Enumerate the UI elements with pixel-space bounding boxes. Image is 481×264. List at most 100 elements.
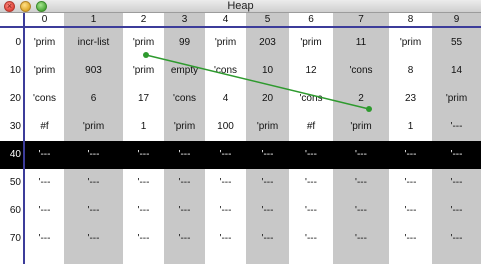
heap-cell[interactable]: '--- bbox=[246, 225, 289, 253]
heap-cell[interactable]: '--- bbox=[389, 225, 432, 253]
heap-cell[interactable]: '--- bbox=[246, 169, 289, 197]
heap-cell[interactable]: 1 bbox=[123, 113, 164, 141]
heap-cell[interactable]: 'prim bbox=[123, 57, 164, 85]
heap-cell[interactable]: 4 bbox=[205, 85, 246, 113]
row-label-divider bbox=[23, 13, 25, 264]
heap-cell[interactable]: 'prim bbox=[432, 85, 481, 113]
heap-cell[interactable]: '--- bbox=[205, 169, 246, 197]
heap-cell[interactable]: 'prim bbox=[333, 113, 389, 141]
heap-cell[interactable]: '--- bbox=[289, 225, 333, 253]
row-label: 30 bbox=[9, 121, 21, 132]
row-label: 70 bbox=[9, 233, 21, 244]
column-header-6: 6 bbox=[308, 14, 314, 25]
row-label: 20 bbox=[9, 93, 21, 104]
heap-cell[interactable]: 'prim bbox=[246, 113, 289, 141]
heap-cell[interactable]: '--- bbox=[25, 141, 64, 169]
heap-cell[interactable]: '--- bbox=[164, 141, 205, 169]
column-header-0: 0 bbox=[41, 14, 48, 25]
heap-cell[interactable]: 10 bbox=[246, 57, 289, 85]
heap-cell[interactable]: 1 bbox=[389, 113, 432, 141]
heap-cell[interactable]: 2 bbox=[333, 85, 389, 113]
heap-cell[interactable]: 203 bbox=[246, 29, 289, 57]
row-label: 60 bbox=[9, 205, 21, 216]
heap-cell[interactable]: '--- bbox=[25, 169, 64, 197]
heap-cell[interactable]: 'prim bbox=[389, 29, 432, 57]
heap-cell[interactable]: 'prim bbox=[64, 113, 123, 141]
row-label: 40 bbox=[9, 149, 21, 160]
heap-cell[interactable]: '--- bbox=[123, 169, 164, 197]
heap-cell[interactable]: 23 bbox=[389, 85, 432, 113]
heap-cell[interactable]: '--- bbox=[432, 169, 481, 197]
heap-cell[interactable]: '--- bbox=[333, 225, 389, 253]
heap-cell[interactable]: '--- bbox=[164, 225, 205, 253]
heap-cell[interactable]: '--- bbox=[205, 197, 246, 225]
column-header-1: 1 bbox=[90, 14, 97, 25]
heap-cell[interactable]: '--- bbox=[25, 197, 64, 225]
header-divider bbox=[0, 26, 481, 28]
heap-cell[interactable]: 'prim bbox=[25, 29, 64, 57]
row-label: 50 bbox=[9, 177, 21, 188]
heap-cell[interactable]: '--- bbox=[246, 141, 289, 169]
column-header-7: 7 bbox=[358, 14, 364, 25]
heap-cell[interactable]: 'cons bbox=[205, 57, 246, 85]
heap-cell[interactable]: '--- bbox=[64, 141, 123, 169]
heap-cell[interactable]: '--- bbox=[164, 197, 205, 225]
heap-cell[interactable]: '--- bbox=[25, 225, 64, 253]
heap-cell[interactable]: '--- bbox=[64, 197, 123, 225]
heap-cell[interactable]: #f bbox=[289, 113, 333, 141]
heap-cell[interactable]: '--- bbox=[333, 197, 389, 225]
heap-cell[interactable]: 'cons bbox=[333, 57, 389, 85]
heap-cell[interactable]: 12 bbox=[289, 57, 333, 85]
heap-cell[interactable]: '--- bbox=[333, 169, 389, 197]
heap-cell[interactable]: '--- bbox=[246, 197, 289, 225]
column-header-9: 9 bbox=[453, 14, 460, 25]
heap-cell[interactable]: 100 bbox=[205, 113, 246, 141]
heap-cell[interactable]: 'prim bbox=[25, 57, 64, 85]
window-title: Heap bbox=[227, 0, 254, 12]
heap-cell[interactable]: 6 bbox=[64, 85, 123, 113]
heap-cell[interactable]: 'prim bbox=[289, 29, 333, 57]
heap-cell[interactable]: '--- bbox=[289, 169, 333, 197]
heap-cell[interactable]: 'cons bbox=[289, 85, 333, 113]
heap-cell[interactable]: 20 bbox=[246, 85, 289, 113]
heap-cell[interactable]: '--- bbox=[432, 113, 481, 141]
heap-cell[interactable]: '--- bbox=[432, 197, 481, 225]
heap-cell[interactable]: 'cons bbox=[164, 85, 205, 113]
heap-cell[interactable]: 'cons bbox=[25, 85, 64, 113]
heap-cell[interactable]: '--- bbox=[205, 225, 246, 253]
heap-cell[interactable]: '--- bbox=[123, 225, 164, 253]
heap-cell[interactable]: 55 bbox=[432, 29, 481, 57]
heap-cell[interactable]: '--- bbox=[432, 141, 481, 169]
heap-cell[interactable]: 11 bbox=[333, 29, 389, 57]
heap-cell[interactable]: '--- bbox=[389, 141, 432, 169]
heap-cell[interactable]: '--- bbox=[64, 225, 123, 253]
heap-cell[interactable]: 'prim bbox=[164, 113, 205, 141]
heap-cell[interactable]: 8 bbox=[389, 57, 432, 85]
column-header-2: 2 bbox=[140, 14, 147, 25]
column-header-5: 5 bbox=[264, 14, 271, 25]
heap-cell[interactable]: 'prim bbox=[123, 29, 164, 57]
heap-cell[interactable]: empty bbox=[164, 57, 205, 85]
heap-cell[interactable]: '--- bbox=[123, 141, 164, 169]
heap-cell[interactable]: '--- bbox=[389, 197, 432, 225]
heap-cell[interactable]: incr-list bbox=[64, 29, 123, 57]
heap-cell[interactable]: '--- bbox=[432, 225, 481, 253]
heap-cell[interactable]: '--- bbox=[333, 141, 389, 169]
row-label: 10 bbox=[9, 65, 21, 76]
heap-cell[interactable]: '--- bbox=[289, 141, 333, 169]
row-label: 0 bbox=[15, 37, 21, 48]
heap-cell[interactable]: 99 bbox=[164, 29, 205, 57]
heap-cell[interactable]: 14 bbox=[432, 57, 481, 85]
heap-cell[interactable]: 'prim bbox=[205, 29, 246, 57]
heap-cell[interactable]: '--- bbox=[289, 197, 333, 225]
heap-cell[interactable]: '--- bbox=[123, 197, 164, 225]
heap-cell[interactable]: '--- bbox=[389, 169, 432, 197]
heap-cell[interactable]: '--- bbox=[164, 169, 205, 197]
heap-cell[interactable]: 903 bbox=[64, 57, 123, 85]
selected-row[interactable]: 40 '--- '--- '--- '--- '--- '--- '--- '--- '--- '-… bbox=[0, 141, 481, 169]
heap-cell[interactable]: '--- bbox=[64, 169, 123, 197]
heap-cell[interactable]: 17 bbox=[123, 85, 164, 113]
title-bar: × Heap bbox=[0, 0, 481, 13]
heap-cell[interactable]: '--- bbox=[205, 141, 246, 169]
heap-cell[interactable]: #f bbox=[25, 113, 64, 141]
